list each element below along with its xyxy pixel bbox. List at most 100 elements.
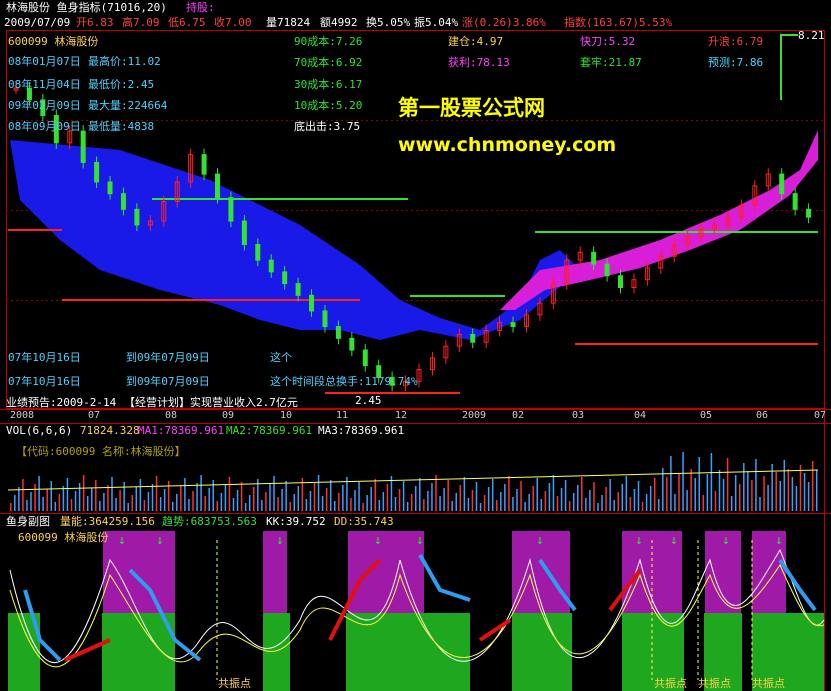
volume-bar (240, 482, 243, 511)
volume-bar (783, 460, 786, 511)
hold-label: 持股: (186, 1, 215, 14)
volume-bar (224, 485, 227, 511)
volume-bar (216, 501, 219, 511)
volume-bar (443, 488, 445, 511)
volume-bar (585, 498, 587, 511)
quote-amplitude: 振5.04% (414, 16, 459, 29)
vol-ma2: MA2:78369.961 (226, 424, 313, 437)
quote-close: 收7.00 (214, 16, 252, 29)
volume-bar (180, 486, 182, 511)
volume-bar (261, 500, 263, 511)
volume-bar (500, 492, 502, 511)
volume-bar (649, 486, 652, 511)
volume-bar (232, 498, 235, 511)
time-tick: 04 (634, 410, 647, 421)
volume-bar (362, 503, 364, 511)
volume-bar (532, 486, 534, 511)
candle (201, 154, 207, 175)
volume-bar (167, 481, 170, 511)
volume-bar (253, 487, 255, 511)
volume-bar (297, 486, 300, 511)
volume-bar (524, 502, 526, 511)
volume-bar (747, 471, 749, 511)
candle (806, 208, 812, 218)
volume-bar (459, 485, 462, 511)
candle (134, 208, 140, 226)
volume-bar (690, 469, 692, 511)
candle (295, 283, 301, 296)
volume-bar (435, 475, 437, 511)
volume-bar (415, 486, 417, 511)
vol-value: 71824.328 (80, 424, 140, 437)
volume-bar (621, 484, 624, 511)
time-tick: 03 (572, 410, 585, 421)
volume-bar (277, 497, 279, 511)
period-from-2: 07年10月16日 (8, 375, 81, 388)
volume-bar (285, 481, 287, 511)
volume-bar (686, 490, 688, 511)
volume-bar (342, 485, 344, 511)
volume-bar (463, 477, 466, 511)
volume-bar (556, 496, 559, 511)
volume-bar (694, 478, 696, 511)
bottom-out: 底出击:3.75 (294, 120, 361, 133)
volume-bar (354, 490, 356, 511)
resonance-2: 共振点 (654, 677, 687, 690)
sub-kk: KK:39.752 (266, 515, 326, 528)
volume-bar (95, 480, 97, 511)
volume-bar (617, 492, 619, 511)
volume-bar (127, 503, 129, 511)
svg-text:↓: ↓ (722, 533, 730, 548)
volume-bar (30, 492, 32, 511)
volume-bar (674, 494, 676, 511)
volume-bar (86, 496, 89, 511)
volume-bar (289, 502, 291, 511)
volume-bar (196, 483, 198, 511)
sub-dd: DD:35.743 (334, 515, 394, 528)
kuaidao: 快刀:5.32 (580, 35, 636, 48)
sub-stock: 600099 林海股份 (18, 531, 109, 544)
volume-bar (528, 494, 530, 511)
volume-bar (751, 480, 753, 511)
volume-bar (22, 479, 24, 511)
info-label-4: 最低量:4838 (88, 120, 155, 133)
volume-bar (123, 482, 125, 511)
svg-text:↓: ↓ (670, 533, 678, 548)
volume-bar (593, 482, 595, 511)
candle (94, 161, 100, 183)
volume-bar (487, 487, 490, 511)
quote-amount: 额4992 (320, 16, 358, 29)
time-tick: 2008 (10, 410, 35, 421)
cost-30: 30成本:6.17 (294, 78, 363, 91)
volume-bar (66, 478, 69, 511)
volume-bar (552, 475, 555, 511)
volume-bar (398, 489, 401, 511)
time-tick: 02 (512, 410, 525, 421)
volume-bar (366, 495, 368, 511)
volume-bar (726, 458, 729, 511)
candle (309, 294, 315, 312)
info-date-2: 08年11月04日 (8, 78, 81, 91)
quote-open: 开6.83 (76, 16, 114, 29)
volume-bar (10, 503, 12, 511)
volume-bar (451, 501, 453, 511)
time-tick: 10 (280, 410, 293, 421)
volume-bar (402, 481, 405, 511)
volume-bar (564, 480, 567, 511)
time-tick: 12 (395, 410, 408, 421)
volume-bar (625, 476, 628, 511)
resonance-4: 共振点 (752, 677, 785, 690)
vol-label: VOL(6,6,6) (6, 424, 73, 437)
candle (470, 333, 476, 343)
time-tick: 07 (88, 410, 101, 421)
volume-bar (678, 473, 680, 511)
volume-bar (184, 478, 186, 511)
volume-bar (572, 493, 575, 511)
volume-bar (589, 490, 591, 511)
cost-90: 90成本:7.26 (294, 35, 363, 48)
volume-bar (613, 500, 615, 511)
volume-bar (208, 488, 210, 511)
volume-bar (439, 496, 441, 511)
volume-bar (151, 484, 154, 511)
time-tick: 09 (222, 410, 235, 421)
